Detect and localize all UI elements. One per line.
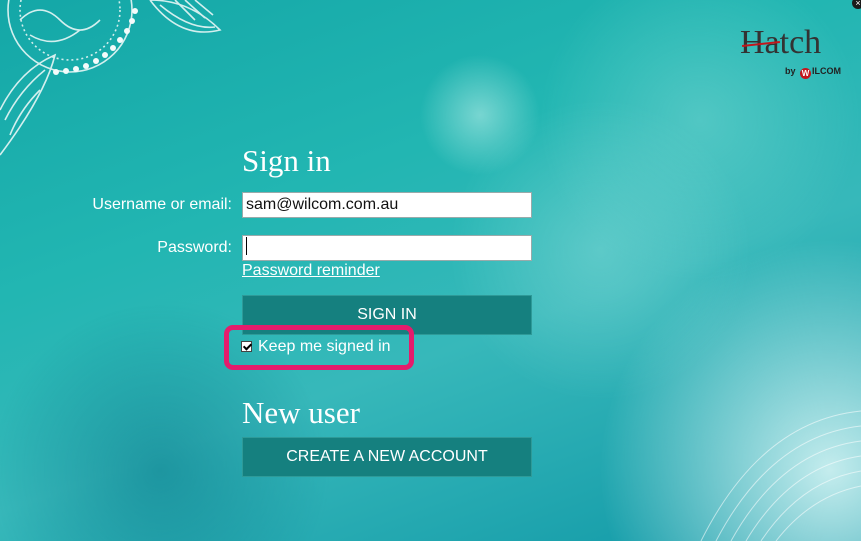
create-account-button[interactable]: CREATE A NEW ACCOUNT <box>242 437 532 477</box>
logo-sub-name: ILCOM <box>812 66 841 76</box>
password-reminder-link[interactable]: Password reminder <box>242 262 380 280</box>
new-user-heading: New user <box>242 395 360 430</box>
text-caret <box>246 237 247 255</box>
highlight-box <box>224 325 414 370</box>
wilcom-mark-icon: W <box>800 68 811 79</box>
close-icon[interactable]: × <box>852 0 861 9</box>
hatch-logo: Hatch by W ILCOM <box>740 26 845 86</box>
password-label: Password: <box>157 239 232 256</box>
username-value: sam@wilcom.com.au <box>246 196 399 213</box>
logo-subtitle: by W ILCOM <box>785 66 841 79</box>
sign-in-heading: Sign in <box>242 143 331 178</box>
password-field[interactable] <box>242 235 532 261</box>
username-field[interactable]: sam@wilcom.com.au <box>242 192 532 218</box>
lace-decoration-top-left <box>0 0 222 156</box>
username-label: Username or email: <box>92 196 232 213</box>
lace-decoration-bottom-right <box>700 410 861 541</box>
logo-sub-prefix: by <box>784 66 796 76</box>
